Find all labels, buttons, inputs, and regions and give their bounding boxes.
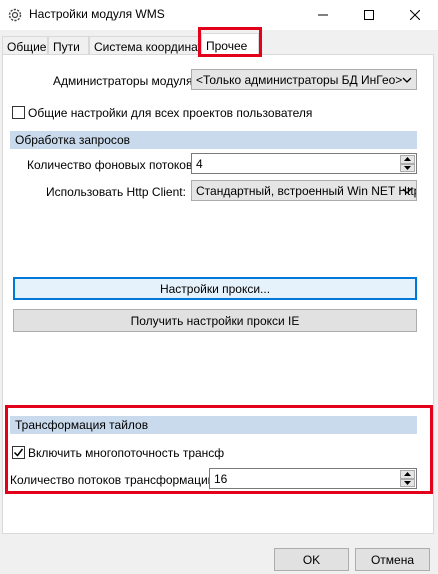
http-client-value: Стандартный, встроенный Win NET Http bbox=[196, 184, 417, 198]
transform-threads-value: 16 bbox=[214, 472, 228, 486]
background-threads-input[interactable]: 4 bbox=[191, 153, 417, 174]
multithread-checkbox[interactable] bbox=[12, 446, 25, 459]
cancel-button[interactable]: Отмена bbox=[355, 548, 430, 571]
requests-header-text: Обработка запросов bbox=[15, 133, 131, 147]
get-ie-proxy-button[interactable]: Получить настройки прокси IE bbox=[13, 309, 417, 332]
ok-label: OK bbox=[302, 553, 321, 567]
background-threads-value: 4 bbox=[196, 157, 203, 171]
common-settings-label: Общие настройки для всех проектов пользо… bbox=[28, 106, 313, 120]
multithread-label: Включить многопоточность трансформ bbox=[28, 446, 224, 460]
close-button[interactable] bbox=[392, 0, 438, 30]
transform-threads-input[interactable]: 16 bbox=[209, 468, 417, 489]
caret-down-icon bbox=[404, 480, 411, 485]
minimize-icon bbox=[318, 14, 328, 16]
spin-down-button[interactable] bbox=[400, 163, 415, 172]
background-threads-label: Количество фоновых потоков: bbox=[27, 158, 196, 172]
tab-general[interactable]: Общие bbox=[2, 36, 48, 56]
chevron-down-icon bbox=[402, 77, 412, 83]
spin-up-button[interactable] bbox=[400, 155, 415, 164]
background-threads-spinner[interactable] bbox=[400, 155, 415, 172]
tiles-header-text: Трансформация тайлов bbox=[15, 418, 149, 432]
get-ie-proxy-label: Получить настройки прокси IE bbox=[130, 314, 300, 328]
dialog-body: Общие Пути Система координат Прочее Адми… bbox=[0, 27, 438, 574]
spin-up-button[interactable] bbox=[400, 470, 415, 479]
window-title: Настройки модуля WMS bbox=[29, 7, 165, 21]
gear-icon bbox=[8, 8, 22, 22]
minimize-button[interactable] bbox=[300, 0, 346, 30]
title-bar: Настройки модуля WMS bbox=[0, 0, 438, 30]
common-settings-checkbox[interactable] bbox=[12, 106, 25, 119]
spin-down-button[interactable] bbox=[400, 478, 415, 487]
tab-other[interactable]: Прочее bbox=[201, 33, 259, 57]
close-icon bbox=[410, 10, 420, 20]
transform-threads-label: Количество потоков трансформации: bbox=[10, 473, 218, 487]
tab-coordinate-system[interactable]: Система координат bbox=[89, 36, 201, 56]
maximize-button[interactable] bbox=[346, 0, 392, 30]
requests-section-header: Обработка запросов bbox=[10, 131, 417, 149]
chevron-down-icon bbox=[402, 188, 412, 194]
admins-label: Администраторы модуля: bbox=[53, 74, 196, 88]
caret-down-icon bbox=[404, 165, 411, 170]
tab-label: Прочее bbox=[206, 39, 248, 53]
tab-label: Пути bbox=[53, 40, 80, 54]
cancel-label: Отмена bbox=[370, 553, 415, 567]
tab-label: Система координат bbox=[94, 40, 201, 54]
http-client-select[interactable]: Стандартный, встроенный Win NET Http bbox=[191, 180, 417, 201]
caret-up-icon bbox=[404, 472, 411, 477]
proxy-settings-label: Настройки прокси... bbox=[159, 282, 271, 296]
admins-select-value: <Только администраторы БД ИнГео> bbox=[196, 73, 403, 87]
tab-paths[interactable]: Пути bbox=[48, 36, 89, 56]
ok-button[interactable]: OK bbox=[274, 548, 349, 571]
transform-threads-spinner[interactable] bbox=[400, 470, 415, 487]
admins-select[interactable]: <Только администраторы БД ИнГео> bbox=[191, 69, 417, 90]
caret-up-icon bbox=[404, 157, 411, 162]
tiles-section-header: Трансформация тайлов bbox=[10, 416, 417, 434]
http-client-label: Использовать Http Client: bbox=[46, 185, 186, 199]
tab-label: Общие bbox=[7, 40, 47, 54]
checkmark-icon bbox=[13, 448, 24, 457]
tab-panel-other: Администраторы модуля: <Только администр… bbox=[2, 54, 434, 534]
proxy-settings-button[interactable]: Настройки прокси... bbox=[13, 277, 417, 300]
maximize-icon bbox=[364, 10, 374, 20]
